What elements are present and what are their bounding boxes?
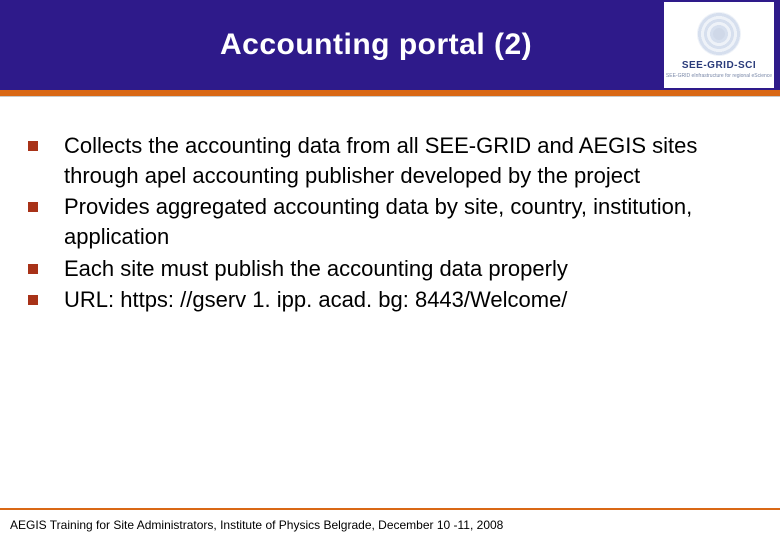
bullet-icon: [28, 264, 38, 274]
bullet-item: Each site must publish the accounting da…: [28, 254, 752, 284]
bullet-text: Each site must publish the accounting da…: [64, 254, 568, 284]
bullet-text: URL: https: //gserv 1. ipp. acad. bg: 84…: [64, 285, 567, 315]
footer-accent-line: [0, 508, 780, 510]
slide-title: Accounting portal (2): [220, 28, 532, 62]
slide-header: Accounting portal (2) SEE-GRID-SCI SEE-G…: [0, 0, 780, 90]
logo-swirl-icon: [697, 12, 741, 56]
logo-subtext: SEE-GRID eInfrastructure for regional eS…: [666, 73, 772, 79]
bullet-icon: [28, 295, 38, 305]
logo-text: SEE-GRID-SCI: [682, 60, 756, 71]
bullet-text: Provides aggregated accounting data by s…: [64, 192, 752, 251]
slide-footer: AEGIS Training for Site Administrators, …: [10, 518, 503, 532]
slide-body: Collects the accounting data from all SE…: [0, 97, 780, 315]
logo-box: SEE-GRID-SCI SEE-GRID eInfrastructure fo…: [664, 2, 774, 88]
bullet-item: Provides aggregated accounting data by s…: [28, 192, 752, 251]
bullet-item: URL: https: //gserv 1. ipp. acad. bg: 84…: [28, 285, 752, 315]
bullet-item: Collects the accounting data from all SE…: [28, 131, 752, 190]
bullet-icon: [28, 141, 38, 151]
bullet-icon: [28, 202, 38, 212]
bullet-text: Collects the accounting data from all SE…: [64, 131, 752, 190]
